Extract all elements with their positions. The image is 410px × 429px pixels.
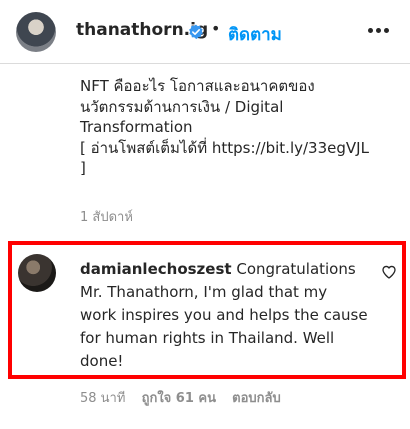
more-options-icon[interactable] [368, 28, 390, 34]
comment-likes[interactable]: ถูกใจ 61 คน [142, 391, 216, 406]
comment-body: damianlechoszest Congratulations Mr. Tha… [80, 258, 368, 373]
caption-line: ] [80, 159, 86, 177]
caption-line: Transformation [80, 118, 193, 136]
follow-button[interactable]: ติดตาม [228, 21, 282, 48]
commenter-username[interactable]: damianlechoszest [80, 260, 232, 278]
post-caption: NFT คืออะไร โอกาสและอนาคตของ นวัตกรรมด้า… [80, 76, 398, 179]
heart-icon[interactable] [381, 264, 397, 280]
comment-timestamp[interactable]: 58 นาที [80, 391, 125, 406]
post-header: thanathorn.ig • ติดตาม [0, 0, 410, 64]
caption-timestamp[interactable]: 1 สัปดาห์ [80, 206, 133, 227]
author-avatar[interactable] [16, 12, 56, 52]
reply-button[interactable]: ตอบกลับ [232, 391, 281, 406]
verified-badge-icon [189, 24, 203, 39]
caption-link-line[interactable]: [ อ่านโพสต์เต็มได้ที่ https://bit.ly/33e… [80, 138, 398, 159]
comment-meta: 58 นาที ถูกใจ 61 คน ตอบกลับ [80, 387, 293, 408]
caption-line: NFT คืออะไร โอกาสและอนาคตของ [80, 77, 315, 95]
commenter-avatar[interactable] [18, 254, 56, 292]
header-separator: • [211, 19, 221, 38]
caption-line: นวัตกรรมด้านการเงิน / Digital [80, 97, 284, 116]
